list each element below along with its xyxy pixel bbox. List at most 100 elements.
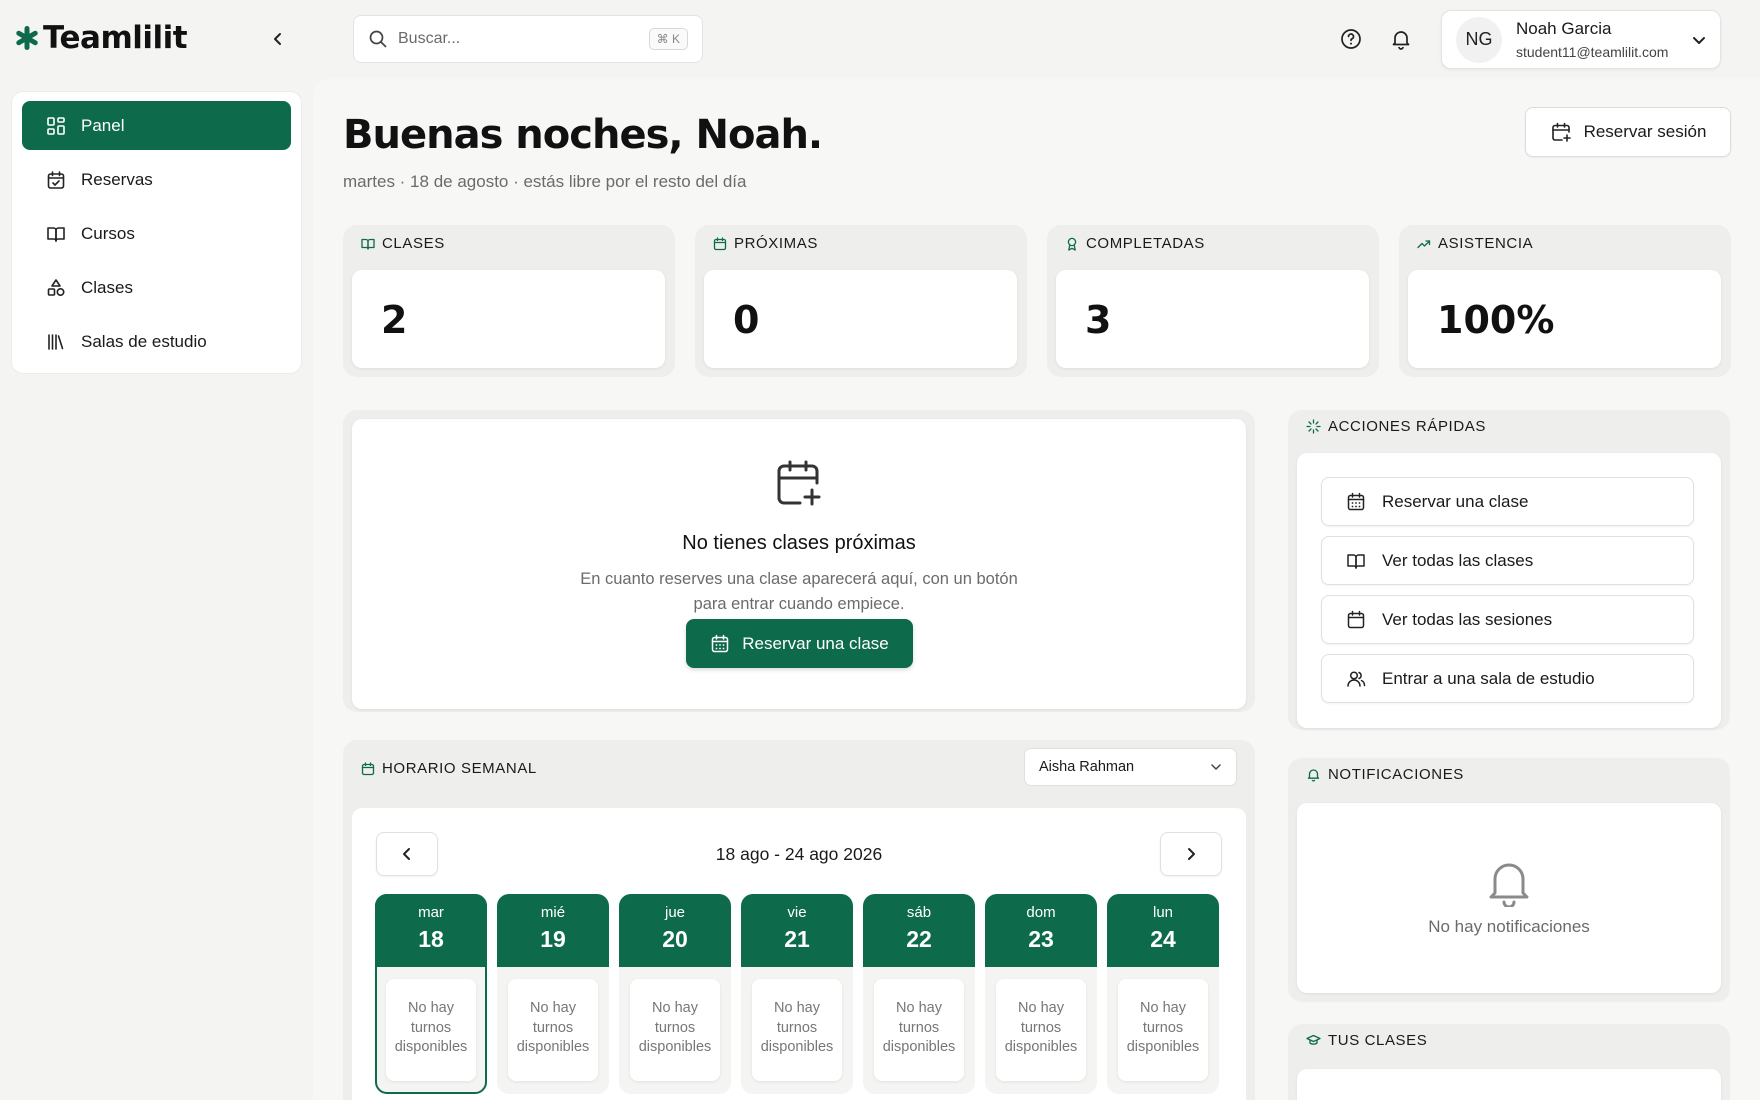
- notifications-label: NOTIFICACIONES: [1306, 766, 1464, 783]
- your-classes-panel: TUS CLASES: [1288, 1024, 1730, 1100]
- day-column[interactable]: lun 24 No hay turnos disponibles: [1107, 894, 1219, 1094]
- slot-text: No hay: [652, 1000, 698, 1016]
- graduation-cap-icon: [1306, 1034, 1321, 1045]
- sidebar-item-label: Reservas: [81, 169, 153, 189]
- search-bar[interactable]: Buscar... ⌘ K: [353, 15, 703, 63]
- day-column[interactable]: sáb 22 No hay turnos disponibles: [863, 894, 975, 1094]
- slot-text: turnos: [1142, 1019, 1184, 1036]
- sidebar-item-salas[interactable]: Salas de estudio: [22, 317, 291, 366]
- slot-text: disponibles: [760, 1039, 834, 1055]
- slot-text: disponibles: [516, 1039, 590, 1055]
- sidebar-item-reservas[interactable]: Reservas: [22, 155, 291, 204]
- stat-body: 100%: [1408, 270, 1721, 368]
- help-circle-icon: [1341, 29, 1361, 49]
- quick-action-join-study-room[interactable]: Entrar a una sala de estudio: [1321, 654, 1694, 703]
- sidebar-item-clases[interactable]: Clases: [22, 263, 291, 312]
- logo[interactable]: Teamlilit: [14, 20, 188, 56]
- user-info: Noah Garcia student11@teamlilit.com: [1516, 19, 1692, 60]
- day-header: sáb 22: [863, 894, 975, 967]
- day-header: jue 20: [619, 894, 731, 967]
- slot-text: turnos: [410, 1019, 452, 1036]
- day-column[interactable]: mié 19 No hay turnos disponibles: [497, 894, 609, 1094]
- day-name: sáb: [906, 904, 932, 921]
- day-header: vie 21: [741, 894, 853, 967]
- collapse-sidebar-button[interactable]: [268, 28, 288, 50]
- no-slots-message: No hay turnos disponibles: [508, 979, 598, 1081]
- stat-body: 2: [352, 270, 665, 368]
- day-name: lun: [1152, 904, 1174, 921]
- day-column[interactable]: dom 23 No hay turnos disponibles: [985, 894, 1097, 1094]
- stat-label-text: ASISTENCIA: [1438, 235, 1534, 252]
- top-bar: Teamlilit Buscar... ⌘ K NG Noah Garcia s…: [0, 0, 1760, 78]
- slot-text: disponibles: [638, 1039, 712, 1055]
- no-slots-message: No hay turnos disponibles: [1118, 979, 1208, 1081]
- day-name: dom: [1026, 904, 1056, 921]
- slot-text: No hay: [1018, 1000, 1064, 1016]
- empty-state-title: No tienes clases próximas: [682, 532, 916, 554]
- upcoming-empty-state: No tienes clases próximas En cuanto rese…: [352, 419, 1246, 709]
- quick-action-view-sessions[interactable]: Ver todas las sesiones: [1321, 595, 1694, 644]
- stat-card-completadas: COMPLETADAS 3: [1047, 225, 1379, 377]
- help-button[interactable]: [1339, 27, 1363, 51]
- chevron-right-icon: [1188, 848, 1195, 860]
- stat-card-clases: CLASES 2: [343, 225, 675, 377]
- calendar-plus-icon: [777, 460, 821, 506]
- calendar-grid-icon: [1347, 492, 1365, 510]
- book-open-icon: [1347, 553, 1365, 569]
- book-session-button[interactable]: Reservar sesión: [1525, 107, 1731, 157]
- calendar-grid-icon: [712, 634, 729, 652]
- slot-text: disponibles: [1004, 1039, 1078, 1055]
- day-number: 18: [418, 926, 444, 952]
- notifications-button[interactable]: [1389, 27, 1413, 51]
- stat-label: CLASES: [361, 235, 445, 252]
- day-name: vie: [787, 904, 807, 921]
- empty-state-description-line: En cuanto reserves una clase aparecerá a…: [580, 570, 1018, 588]
- day-header: dom 23: [985, 894, 1097, 967]
- day-name: jue: [664, 904, 686, 921]
- calendar-check-icon: [47, 170, 65, 189]
- sidebar-item-panel[interactable]: Panel: [22, 101, 291, 150]
- day-number: 24: [1150, 926, 1176, 952]
- weekly-calendar: 18 ago - 24 ago 2026 mar 18 No hay turnos d…: [352, 808, 1246, 1100]
- your-classes-label: TUS CLASES: [1306, 1032, 1427, 1049]
- sparkle-icon: [1306, 419, 1321, 434]
- day-number: 23: [1028, 926, 1054, 952]
- user-menu[interactable]: NG Noah Garcia student11@teamlilit.com: [1441, 10, 1721, 69]
- section-title: HORARIO SEMANAL: [382, 760, 537, 777]
- sidebar-item-label: Panel: [81, 115, 125, 135]
- slot-text: turnos: [532, 1019, 574, 1036]
- quick-action-book-class[interactable]: Reservar una clase: [1321, 477, 1694, 526]
- calendar-icon: [713, 236, 727, 250]
- trending-up-icon: [1417, 239, 1431, 248]
- next-week-button[interactable]: [1160, 832, 1222, 876]
- quick-action-label: Ver todas las sesiones: [1382, 609, 1553, 629]
- stat-value: 100%: [1437, 298, 1555, 342]
- calendar-icon: [1347, 610, 1365, 628]
- slot-text: turnos: [654, 1019, 696, 1036]
- day-column[interactable]: jue 20 No hay turnos disponibles: [619, 894, 731, 1094]
- slot-text: No hay: [1140, 1000, 1186, 1016]
- tutor-select-value: Aisha Rahman: [1039, 759, 1135, 775]
- sidebar-item-label: Cursos: [81, 223, 135, 243]
- no-slots-message: No hay turnos disponibles: [996, 979, 1086, 1081]
- book-class-button[interactable]: Reservar una clase: [686, 619, 913, 668]
- stat-label-text: PRÓXIMAS: [734, 235, 818, 252]
- bell-icon: [1489, 863, 1529, 907]
- quick-action-label: Entrar a una sala de estudio: [1382, 668, 1595, 688]
- sidebar-item-cursos[interactable]: Cursos: [22, 209, 291, 258]
- slot-text: disponibles: [1126, 1039, 1200, 1055]
- search-icon: [369, 30, 387, 48]
- chevron-left-icon: [274, 33, 281, 45]
- search-placeholder: Buscar...: [398, 30, 461, 47]
- day-column-today[interactable]: mar 18 No hay turnos disponibles: [375, 894, 487, 1094]
- page-title: Buenas noches, Noah.: [343, 112, 823, 158]
- day-column[interactable]: vie 21 No hay turnos disponibles: [741, 894, 853, 1094]
- tutor-select[interactable]: Aisha Rahman: [1024, 748, 1237, 786]
- stat-label-text: COMPLETADAS: [1086, 235, 1205, 252]
- slot-text: No hay: [408, 1000, 454, 1016]
- stat-label: ASISTENCIA: [1417, 235, 1533, 252]
- quick-action-view-classes[interactable]: Ver todas las clases: [1321, 536, 1694, 585]
- stat-label: PRÓXIMAS: [713, 235, 818, 252]
- day-number: 19: [540, 926, 566, 952]
- week-days: mar 18 No hay turnos disponibles mié 19 No h…: [375, 894, 1219, 1094]
